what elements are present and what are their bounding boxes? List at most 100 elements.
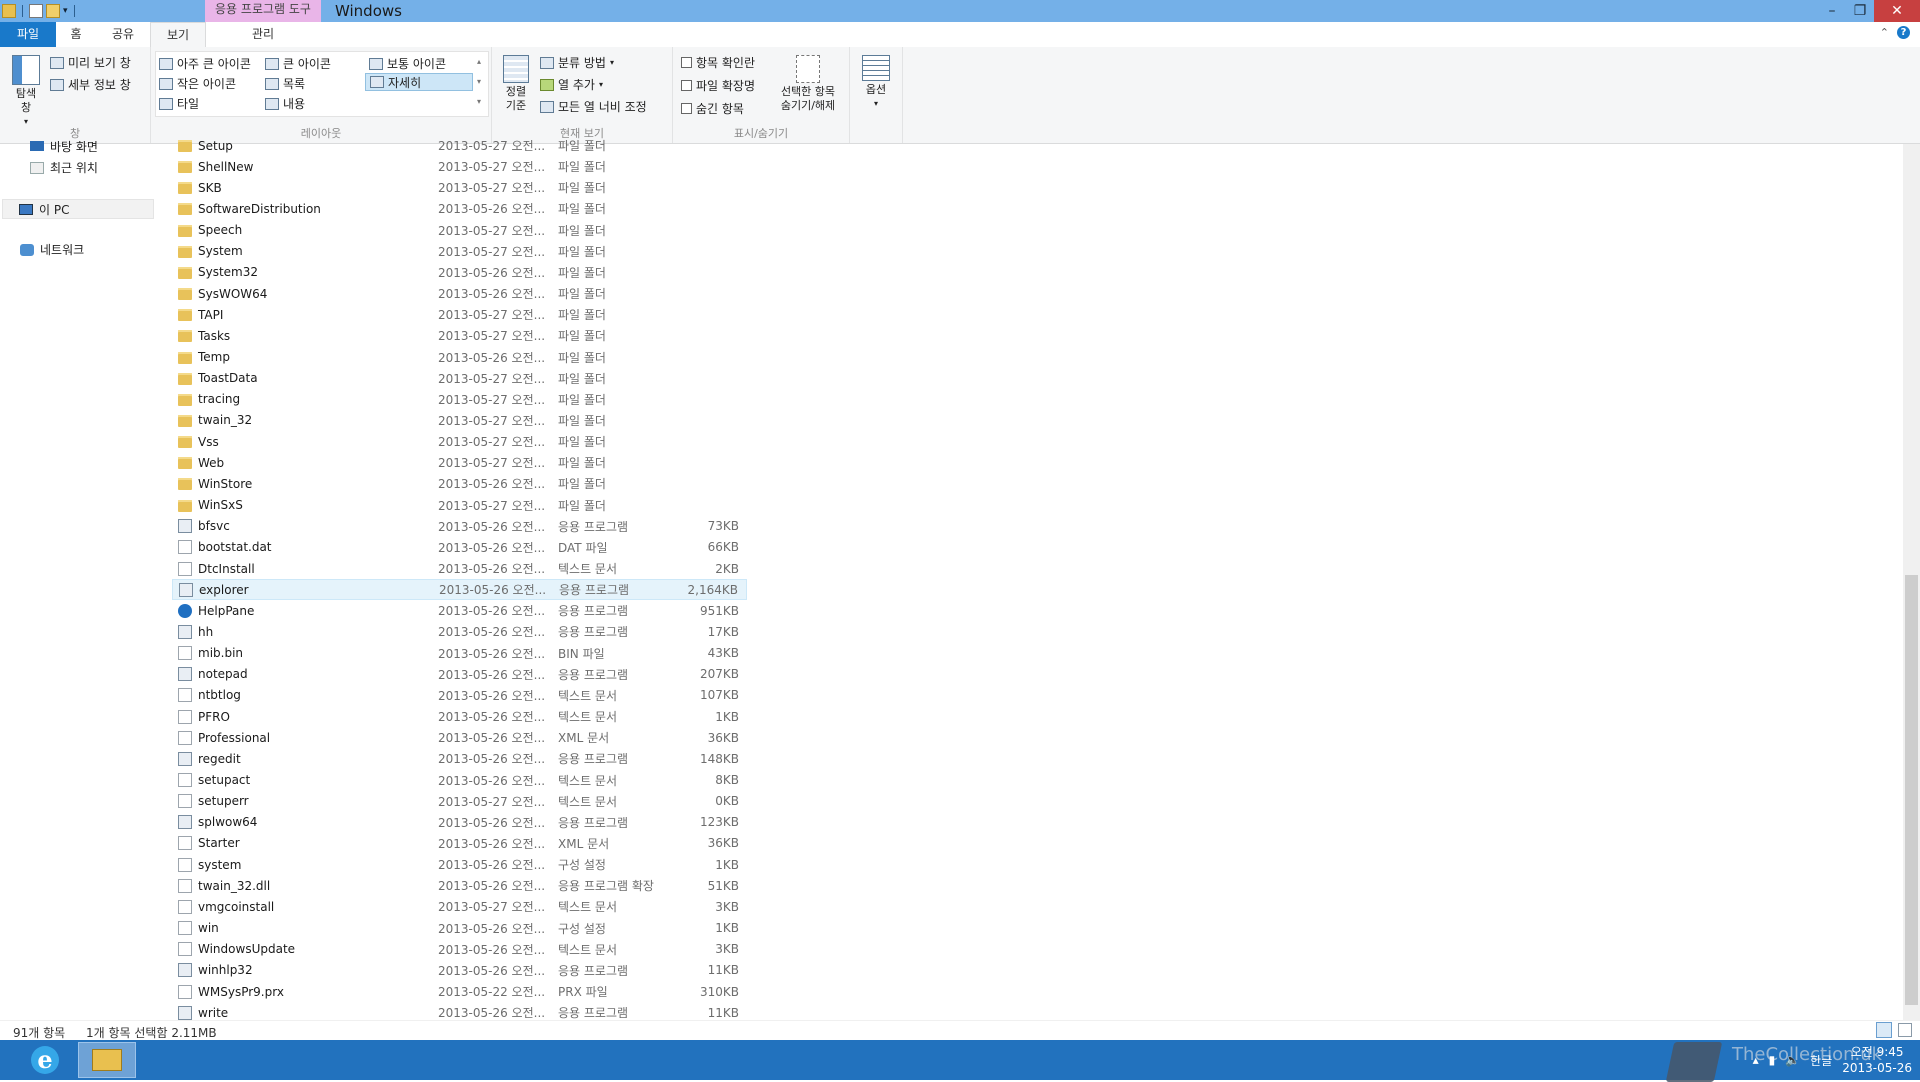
checkbox[interactable] bbox=[681, 103, 692, 114]
checkbox[interactable] bbox=[681, 57, 692, 68]
file-row[interactable]: bfsvc 2013-05-26 오전... 응용 프로그램 73KB bbox=[172, 516, 747, 537]
file-row[interactable]: winhlp32 2013-05-26 오전... 응용 프로그램 11KB bbox=[172, 960, 747, 981]
file-row[interactable]: ShellNew 2013-05-27 오전... 파일 폴더 bbox=[172, 156, 747, 177]
details-pane-button[interactable]: 세부 정보 창 bbox=[50, 76, 131, 93]
file-row[interactable]: TAPI 2013-05-27 오전... 파일 폴더 bbox=[172, 304, 747, 325]
file-row[interactable]: Starter 2013-05-26 오전... XML 문서 36KB bbox=[172, 833, 747, 854]
help-icon[interactable]: ? bbox=[1897, 26, 1910, 39]
file-row[interactable]: PFRO 2013-05-26 오전... 텍스트 문서 1KB bbox=[172, 706, 747, 727]
item-checkboxes-toggle[interactable]: 항목 확인란 bbox=[681, 54, 755, 71]
file-row[interactable]: setupact 2013-05-26 오전... 텍스트 문서 8KB bbox=[172, 770, 747, 791]
file-row[interactable]: WMSysPr9.prx 2013-05-22 오전... PRX 파일 310KB bbox=[172, 981, 747, 1002]
minimize-ribbon-icon[interactable]: ⌃ bbox=[1880, 26, 1889, 39]
layout-small-icons[interactable]: 작은 아이콘 bbox=[159, 75, 236, 92]
hide-selected-button[interactable]: 선택한 항목 숨기기/해제 bbox=[771, 55, 845, 113]
layout-extra-large-icons[interactable]: 아주 큰 아이콘 bbox=[159, 55, 251, 72]
layout-list[interactable]: 목록 bbox=[265, 75, 305, 92]
file-row[interactable]: Speech 2013-05-27 오전... 파일 폴더 bbox=[172, 220, 747, 241]
nav-item-this-pc[interactable]: 이 PC bbox=[2, 199, 154, 219]
file-row[interactable]: SKB 2013-05-27 오전... 파일 폴더 bbox=[172, 177, 747, 198]
file-row[interactable]: System32 2013-05-26 오전... 파일 폴더 bbox=[172, 262, 747, 283]
file-explorer-button[interactable] bbox=[78, 1042, 136, 1078]
nav-item-network[interactable]: 네트워크 bbox=[20, 241, 84, 258]
file-row[interactable]: Professional 2013-05-26 오전... XML 문서 36KB bbox=[172, 727, 747, 748]
show-hidden-icons-icon[interactable]: ▴ bbox=[1753, 1053, 1759, 1067]
sort-by-button[interactable]: 정렬 기준 bbox=[500, 55, 532, 113]
scrollbar-thumb[interactable] bbox=[1905, 575, 1918, 1005]
file-row[interactable]: WindowsUpdate 2013-05-26 오전... 텍스트 문서 3KB bbox=[172, 939, 747, 960]
file-extensions-toggle[interactable]: 파일 확장명 bbox=[681, 77, 755, 94]
file-type: 텍스트 문서 bbox=[558, 562, 618, 576]
file-row[interactable]: mib.bin 2013-05-26 오전... BIN 파일 43KB bbox=[172, 643, 747, 664]
file-row[interactable]: WinSxS 2013-05-27 오전... 파일 폴더 bbox=[172, 495, 747, 516]
tab-file[interactable]: 파일 bbox=[0, 22, 56, 47]
layout-details[interactable]: 자세히 bbox=[365, 73, 473, 91]
file-row[interactable]: explorer 2013-05-26 오전... 응용 프로그램 2,164KB bbox=[172, 579, 747, 601]
file-row[interactable]: bootstat.dat 2013-05-26 오전... DAT 파일 66KB bbox=[172, 537, 747, 558]
close-button[interactable]: ✕ bbox=[1874, 0, 1920, 22]
tab-manage[interactable]: 관리 bbox=[208, 22, 318, 47]
layout-large-icons[interactable]: 큰 아이콘 bbox=[265, 55, 331, 72]
layout-medium-icons[interactable]: 보통 아이콘 bbox=[369, 55, 446, 72]
group-by-button[interactable]: 분류 방법 ▾ bbox=[540, 54, 614, 71]
file-row[interactable]: HelpPane 2013-05-26 오전... 응용 프로그램 951KB bbox=[172, 600, 747, 621]
options-icon bbox=[862, 55, 890, 81]
layout-content[interactable]: 내용 bbox=[265, 95, 305, 112]
file-row[interactable]: Temp 2013-05-26 오전... 파일 폴더 bbox=[172, 347, 747, 368]
clock[interactable]: 오전 9:45 2013-05-26 bbox=[1842, 1044, 1912, 1076]
group-options: 옵션 ▾ bbox=[850, 47, 903, 143]
minimize-button[interactable]: – bbox=[1818, 0, 1846, 22]
tab-share[interactable]: 공유 bbox=[100, 22, 146, 47]
volume-icon[interactable]: 🔈 bbox=[1785, 1053, 1800, 1067]
internet-explorer-button[interactable]: e bbox=[22, 1042, 68, 1078]
tab-home[interactable]: 홈 bbox=[56, 22, 96, 47]
file-row[interactable]: twain_32.dll 2013-05-26 오전... 응용 프로그램 확장 51… bbox=[172, 875, 747, 896]
ime-indicator[interactable]: 한글 bbox=[1810, 1052, 1832, 1069]
file-row[interactable]: ntbtlog 2013-05-26 오전... 텍스트 문서 107KB bbox=[172, 685, 747, 706]
file-row[interactable]: DtcInstall 2013-05-26 오전... 텍스트 문서 2KB bbox=[172, 558, 747, 579]
file-row[interactable]: ToastData 2013-05-27 오전... 파일 폴더 bbox=[172, 368, 747, 389]
layout-tiles[interactable]: 타일 bbox=[159, 95, 199, 112]
add-columns-button[interactable]: 열 추가 ▾ bbox=[540, 76, 603, 93]
layout-label: 내용 bbox=[283, 97, 306, 111]
file-row[interactable]: System 2013-05-27 오전... 파일 폴더 bbox=[172, 241, 747, 262]
file-row[interactable]: Vss 2013-05-27 오전... 파일 폴더 bbox=[172, 431, 747, 452]
file-row[interactable]: win 2013-05-26 오전... 구성 설정 1KB bbox=[172, 918, 747, 939]
file-row[interactable]: regedit 2013-05-26 오전... 응용 프로그램 148KB bbox=[172, 748, 747, 769]
file-row[interactable]: vmgcoinstall 2013-05-27 오전... 텍스트 문서 3KB bbox=[172, 896, 747, 917]
nav-item-recent[interactable]: 최근 위치 bbox=[30, 159, 98, 176]
file-row[interactable]: splwow64 2013-05-26 오전... 응용 프로그램 123KB bbox=[172, 812, 747, 833]
file-row[interactable]: Web 2013-05-27 오전... 파일 폴더 bbox=[172, 452, 747, 473]
size-all-columns-button[interactable]: 모든 열 너비 조정 bbox=[540, 98, 647, 115]
preview-pane-button[interactable]: 미리 보기 창 bbox=[50, 54, 131, 71]
gallery-scroll[interactable]: ▴ ▾ ▾ bbox=[473, 52, 485, 114]
file-row[interactable]: WinStore 2013-05-26 오전... 파일 폴더 bbox=[172, 473, 747, 494]
properties-icon[interactable] bbox=[29, 4, 43, 18]
file-row[interactable]: setuperr 2013-05-27 오전... 텍스트 문서 0KB bbox=[172, 791, 747, 812]
nav-pane-button[interactable]: 탐색 창 ▾ bbox=[8, 55, 44, 129]
file-date: 2013-05-27 오전... bbox=[438, 223, 546, 238]
file-row[interactable]: Tasks 2013-05-27 오전... 파일 폴더 bbox=[172, 325, 747, 346]
folder-app-icon[interactable] bbox=[2, 4, 16, 18]
tab-view[interactable]: 보기 bbox=[150, 22, 206, 49]
maximize-button[interactable]: ❐ bbox=[1846, 0, 1874, 22]
file-row[interactable]: twain_32 2013-05-27 오전... 파일 폴더 bbox=[172, 410, 747, 431]
hidden-items-toggle[interactable]: 숨긴 항목 bbox=[681, 100, 744, 117]
network-tray-icon[interactable]: ▮ bbox=[1769, 1053, 1776, 1067]
new-folder-icon[interactable] bbox=[46, 4, 60, 18]
details-view-toggle-icon[interactable] bbox=[1876, 1022, 1892, 1038]
file-row[interactable]: system 2013-05-26 오전... 구성 설정 1KB bbox=[172, 854, 747, 875]
file-row[interactable]: tracing 2013-05-27 오전... 파일 폴더 bbox=[172, 389, 747, 410]
large-icons-toggle-icon[interactable] bbox=[1898, 1023, 1912, 1037]
file-row[interactable]: notepad 2013-05-26 오전... 응용 프로그램 207KB bbox=[172, 664, 747, 685]
nav-item-desktop[interactable]: 바탕 화면 bbox=[30, 139, 98, 153]
txt-icon bbox=[178, 984, 192, 999]
checkbox[interactable] bbox=[681, 80, 692, 91]
options-button[interactable]: 옵션 ▾ bbox=[858, 55, 894, 111]
customize-dropdown-icon[interactable]: ▾ bbox=[63, 6, 68, 16]
file-row[interactable]: SysWOW64 2013-05-26 오전... 파일 폴더 bbox=[172, 283, 747, 304]
file-row[interactable]: SoftwareDistribution 2013-05-26 오전... 파일 폴… bbox=[172, 198, 747, 219]
file-row[interactable]: Setup 2013-05-27 오전... 파일 폴더 bbox=[172, 135, 747, 156]
file-name: twain_32.dll bbox=[198, 878, 271, 893]
file-row[interactable]: hh 2013-05-26 오전... 응용 프로그램 17KB bbox=[172, 621, 747, 642]
